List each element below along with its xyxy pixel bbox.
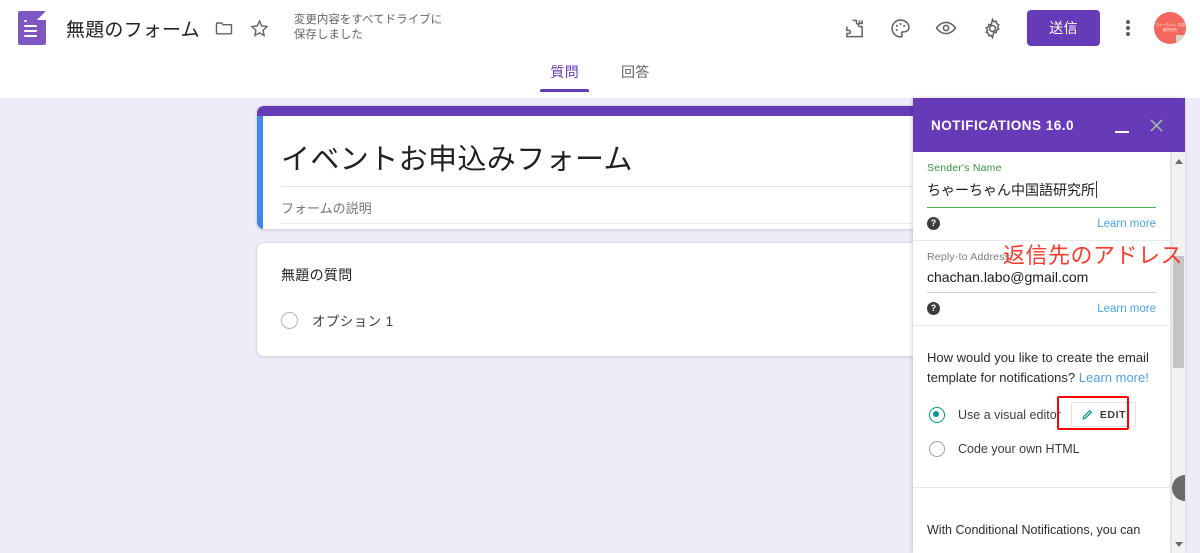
- sender-name-section: Sender's Name ちゃーちゃん中国語研究所 ? Learn more: [913, 152, 1170, 240]
- template-question-text: How would you like to create the email t…: [913, 326, 1170, 388]
- radio-checked-icon[interactable]: [929, 406, 945, 423]
- reply-learn-more-link[interactable]: Learn more: [1097, 303, 1156, 315]
- palette-icon[interactable]: [887, 15, 913, 41]
- star-icon[interactable]: [248, 16, 272, 40]
- avatar[interactable]: ちゃーちゃん 中国語研究所: [1154, 12, 1186, 44]
- document-title[interactable]: 無題のフォーム: [66, 15, 200, 42]
- scrollbar-thumb[interactable]: [1173, 256, 1184, 368]
- panel-scrollbar[interactable]: [1171, 152, 1185, 553]
- form-tabs: 質問 回答: [0, 56, 1200, 98]
- panel-header: NOTIFICATIONS 16.0: [913, 98, 1185, 152]
- panel-content: Sender's Name ちゃーちゃん中国語研究所 ? Learn more …: [913, 152, 1171, 553]
- question-option-row[interactable]: オプション 1: [281, 310, 919, 330]
- folder-icon[interactable]: [212, 16, 236, 40]
- form-title-input[interactable]: イベントお申込みフォーム: [281, 136, 919, 187]
- kebab-menu-icon[interactable]: [1116, 16, 1140, 40]
- form-title-card[interactable]: イベントお申込みフォーム フォームの説明: [256, 105, 944, 230]
- avatar-label: ちゃーちゃん 中国語研究所: [1155, 23, 1185, 33]
- puzzle-piece-icon[interactable]: [841, 15, 867, 41]
- edit-button-wrapper: EDIT: [1056, 396, 1137, 430]
- conditional-notifications-text: With Conditional Notifications, you can: [927, 523, 1141, 537]
- radio-unchecked-icon[interactable]: [929, 441, 945, 457]
- form-description-input[interactable]: フォームの説明: [281, 198, 919, 224]
- tab-questions[interactable]: 質問: [540, 56, 589, 92]
- eye-icon[interactable]: [933, 15, 959, 41]
- sender-name-help-row: ? Learn more: [927, 208, 1156, 240]
- card-selected-indicator: [257, 116, 263, 229]
- radio-row-own-html[interactable]: Code your own HTML: [913, 427, 1170, 457]
- pencil-icon: [1081, 408, 1094, 421]
- send-button[interactable]: 送信: [1027, 10, 1100, 46]
- sender-name-value: ちゃーちゃん中国語研究所: [927, 182, 1095, 198]
- form-theme-bar: [257, 106, 943, 116]
- sender-name-input[interactable]: ちゃーちゃん中国語研究所: [927, 174, 1156, 208]
- option-label[interactable]: オプション 1: [312, 310, 394, 330]
- scroll-up-arrow-icon[interactable]: [1172, 154, 1185, 168]
- scroll-down-arrow-icon[interactable]: [1172, 537, 1185, 551]
- avatar-badge: [1176, 35, 1185, 42]
- text-caret: [1096, 181, 1097, 198]
- notifications-panel: NOTIFICATIONS 16.0 Sender's Name ちゃーちゃん中…: [913, 98, 1185, 553]
- reply-to-help-row: ? Learn more: [927, 293, 1156, 325]
- google-forms-icon: [18, 11, 46, 45]
- minimize-icon[interactable]: [1109, 112, 1135, 138]
- gear-icon[interactable]: [979, 15, 1005, 41]
- scrollbar-resize-grip[interactable]: [1172, 475, 1185, 501]
- panel-title: NOTIFICATIONS 16.0: [931, 117, 1075, 133]
- app-root: 無題のフォーム 変更内容をすべてドライブに 保存しました 送信 ちゃーちゃん 中…: [0, 0, 1200, 553]
- annotation-reply-to-text: 返信先のアドレス: [1003, 244, 1184, 269]
- app-header: 無題のフォーム 変更内容をすべてドライブに 保存しました 送信 ちゃーちゃん 中…: [0, 0, 1200, 56]
- sender-name-label: Sender's Name: [927, 162, 1002, 174]
- tab-responses[interactable]: 回答: [611, 56, 660, 92]
- reply-to-value: chachan.labo@gmail.com: [927, 269, 1089, 285]
- edit-button[interactable]: EDIT: [1070, 402, 1137, 427]
- help-circle-icon[interactable]: ?: [927, 302, 940, 315]
- radio-row-visual-editor[interactable]: Use a visual editor EDIT: [913, 388, 1170, 430]
- own-html-label[interactable]: Code your own HTML: [958, 442, 1080, 456]
- save-status-text: 変更内容をすべてドライブに 保存しました: [293, 14, 443, 41]
- visual-editor-label[interactable]: Use a visual editor: [958, 408, 1061, 422]
- header-actions: 送信 ちゃーちゃん 中国語研究所: [821, 10, 1186, 46]
- close-icon[interactable]: [1141, 110, 1171, 140]
- radio-unchecked-icon[interactable]: [281, 311, 298, 329]
- template-learn-more-link[interactable]: Learn more!: [1079, 370, 1149, 385]
- help-circle-icon[interactable]: ?: [927, 217, 940, 230]
- question-title[interactable]: 無題の質問: [281, 265, 919, 285]
- sender-learn-more-link[interactable]: Learn more: [1097, 218, 1156, 230]
- edit-button-label: EDIT: [1099, 408, 1127, 421]
- question-card[interactable]: 無題の質問 オプション 1: [256, 242, 944, 357]
